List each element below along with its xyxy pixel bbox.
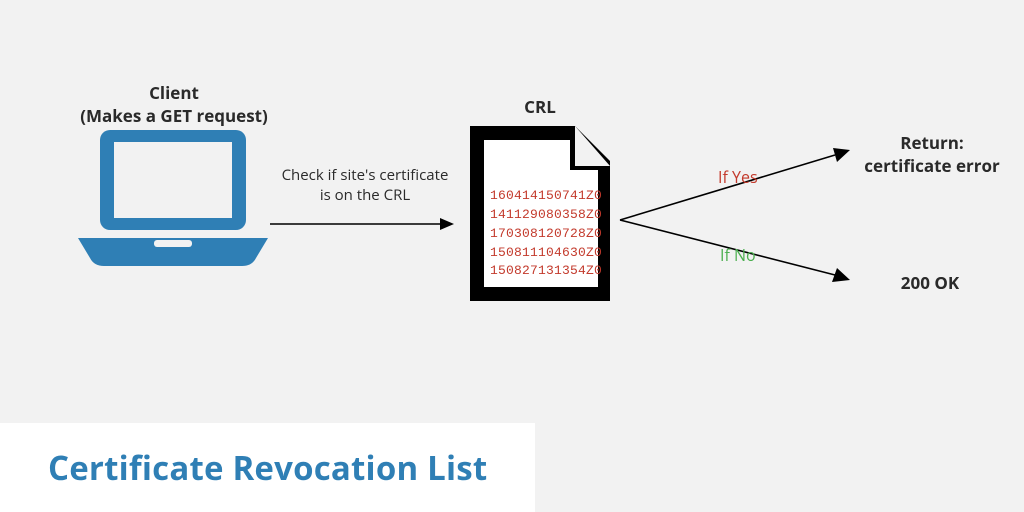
crl-title: CRL (524, 95, 556, 118)
client-label: Client (Makes a GET request) (64, 82, 284, 128)
laptop-icon (78, 130, 268, 275)
check-caption-line1: Check if site's certificate (282, 165, 449, 185)
client-title-line1: Client (149, 81, 199, 104)
crl-entry: 150811104630Z0 (490, 244, 602, 263)
check-caption-line2: is on the CRL (320, 185, 410, 205)
crl-entry: 160414150741Z0 (490, 187, 602, 206)
page-title: Certificate Revocation List (48, 445, 487, 490)
branch-yes-label: If Yes (718, 166, 758, 188)
diagram-canvas: Client (Makes a GET request) Check if si… (0, 0, 1024, 512)
arrow-client-to-crl-icon (270, 214, 455, 234)
crl-entry: 170308120728Z0 (490, 225, 602, 244)
client-title-line2: (Makes a GET request) (80, 104, 268, 127)
crl-label: CRL (490, 96, 590, 119)
result-error-line2: certificate error (864, 154, 999, 177)
branch-no-label: If No (720, 244, 756, 266)
result-error-label: Return: certificate error (852, 132, 1012, 178)
result-ok-label: 200 OK (870, 272, 990, 295)
crl-entries: 160414150741Z0 141129080358Z0 1703081207… (490, 187, 602, 281)
crl-entry: 150827131354Z0 (490, 262, 602, 281)
title-banner: Certificate Revocation List (0, 423, 535, 512)
result-error-line1: Return: (900, 131, 964, 154)
crl-entry: 141129080358Z0 (490, 206, 602, 225)
check-caption: Check if site's certificate is on the CR… (270, 165, 460, 206)
branch-arrows-icon (620, 140, 860, 300)
